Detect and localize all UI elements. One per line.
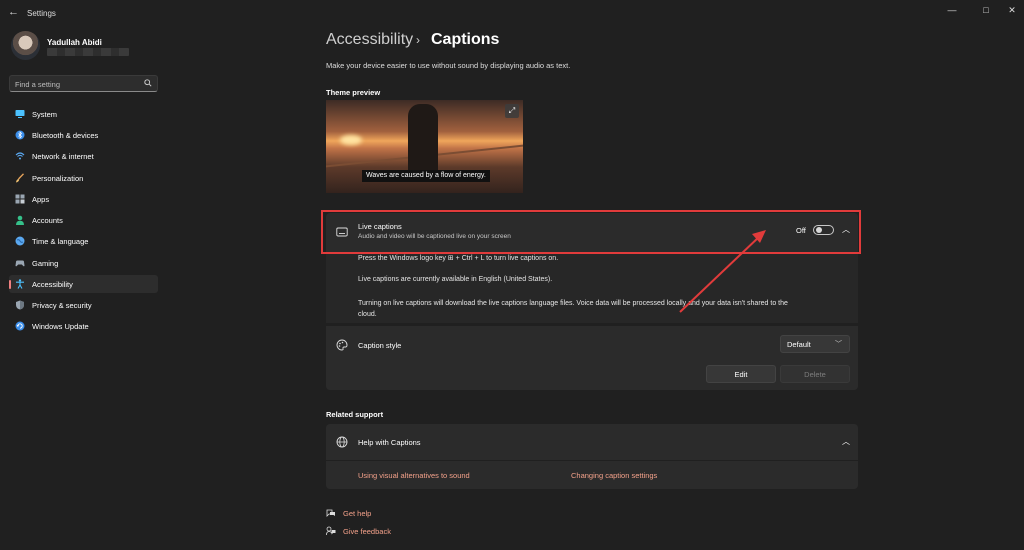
feedback-icon [326, 526, 336, 536]
get-help-link[interactable]: Get help [343, 509, 371, 518]
sidebar-item-label: Gaming [32, 259, 59, 268]
help-with-captions-card[interactable]: Help with Captions ︿ [326, 424, 858, 460]
chevron-down-icon: ﹀ [835, 341, 842, 348]
live-captions-download-text-cont: cloud. [358, 311, 377, 318]
apps-icon [15, 194, 25, 204]
sidebar-item-label: Accounts [32, 216, 63, 225]
live-captions-title: Live captions [358, 222, 402, 231]
update-icon [15, 321, 25, 331]
sidebar-item-label: Accessibility [32, 280, 73, 289]
wifi-icon [15, 152, 25, 160]
live-captions-description: Audio and video will be captioned live o… [358, 233, 511, 240]
brush-icon [16, 173, 25, 183]
related-support-label: Related support [326, 410, 384, 419]
edit-button[interactable]: Edit [706, 365, 776, 383]
palette-icon [336, 339, 348, 351]
sidebar-item-label: Time & language [32, 237, 89, 246]
profile-email-redacted [47, 48, 129, 56]
live-captions-card[interactable]: Live captions Audio and video will be ca… [326, 213, 858, 252]
sidebar-item-network[interactable]: Network & internet [9, 147, 158, 165]
globe-icon [336, 436, 348, 448]
sidebar-item-accounts[interactable]: Accounts [9, 211, 158, 229]
caption-style-title: Caption style [358, 341, 402, 350]
sidebar-item-time-language[interactable]: Time & language [9, 232, 158, 250]
theme-preview-image: ⤢ Waves are caused by a flow of energy. [326, 100, 523, 193]
search-box[interactable] [9, 75, 158, 92]
live-captions-toggle-state: Off [796, 226, 806, 235]
search-input[interactable] [15, 80, 135, 89]
toggle-knob [816, 227, 822, 233]
sidebar-item-bluetooth[interactable]: Bluetooth & devices [9, 126, 158, 144]
sidebar-item-label: Windows Update [32, 322, 89, 331]
accounts-icon [16, 215, 24, 225]
captions-icon [336, 227, 348, 237]
shield-icon [16, 300, 24, 310]
delete-button[interactable]: Delete [780, 365, 850, 383]
preview-person [408, 104, 438, 174]
breadcrumb-separator: › [416, 33, 420, 47]
live-captions-download-text: Turning on live captions will download t… [358, 300, 788, 307]
sidebar-item-label: Personalization [32, 174, 84, 183]
gaming-icon [15, 260, 25, 267]
globe-icon [15, 236, 25, 246]
sidebar-item-accessibility[interactable]: Accessibility [9, 275, 158, 293]
chevron-up-icon[interactable]: ︿ [842, 436, 850, 447]
preview-sun [340, 135, 362, 145]
live-captions-details [326, 253, 858, 323]
theme-preview-label: Theme preview [326, 88, 381, 97]
help-with-captions-title: Help with Captions [358, 438, 421, 447]
title-bar: ← Settings — □ ✕ [0, 0, 1024, 28]
preview-caption-text: Waves are caused by a flow of energy. [362, 170, 490, 182]
get-help-icon [326, 509, 335, 517]
give-feedback-link[interactable]: Give feedback [343, 527, 391, 536]
back-arrow-icon[interactable]: ← [8, 6, 22, 20]
sidebar-item-label: Network & internet [32, 152, 94, 161]
sidebar-item-label: Privacy & security [32, 301, 92, 310]
chevron-up-icon[interactable]: ︿ [842, 224, 850, 235]
sidebar-item-privacy-security[interactable]: Privacy & security [9, 296, 158, 314]
caption-style-dropdown[interactable]: Default ﹀ [780, 335, 850, 353]
close-button[interactable]: ✕ [1004, 4, 1020, 16]
sidebar-item-system[interactable]: System [9, 105, 158, 123]
page-description: Make your device easier to use without s… [326, 61, 571, 70]
search-icon[interactable] [144, 79, 152, 87]
sidebar-item-windows-update[interactable]: Windows Update [9, 317, 158, 335]
sidebar-item-label: System [32, 110, 58, 119]
sidebar-item-apps[interactable]: Apps [9, 190, 158, 208]
sidebar-item-label: Apps [32, 195, 50, 204]
live-captions-shortcut-text: Press the Windows logo key ⊞ + Ctrl + L … [358, 255, 559, 262]
maximize-button[interactable]: □ [978, 4, 994, 16]
accessibility-icon [16, 279, 24, 289]
page-title: Captions [431, 31, 500, 48]
link-visual-alternatives[interactable]: Using visual alternatives to sound [358, 471, 470, 480]
expand-icon[interactable]: ⤢ [505, 104, 519, 118]
app-title: Settings [27, 9, 56, 18]
link-changing-caption-settings[interactable]: Changing caption settings [571, 471, 657, 480]
live-captions-toggle[interactable] [813, 225, 834, 235]
sidebar-item-personalization[interactable]: Personalization [9, 169, 158, 187]
sidebar-item-gaming[interactable]: Gaming [9, 254, 158, 272]
avatar[interactable] [11, 31, 40, 60]
caption-style-card[interactable]: Caption style [326, 326, 858, 364]
caption-style-actions [326, 364, 858, 390]
sidebar-item-label: Bluetooth & devices [32, 131, 99, 140]
minimize-button[interactable]: — [944, 4, 960, 16]
breadcrumb-parent[interactable]: Accessibility [326, 31, 413, 49]
live-captions-availability-text: Live captions are currently available in… [358, 276, 553, 283]
caption-style-selected: Default [787, 340, 811, 349]
system-icon [15, 110, 25, 118]
bluetooth-icon [15, 130, 25, 140]
profile-name: Yadullah Abidi [47, 38, 102, 47]
